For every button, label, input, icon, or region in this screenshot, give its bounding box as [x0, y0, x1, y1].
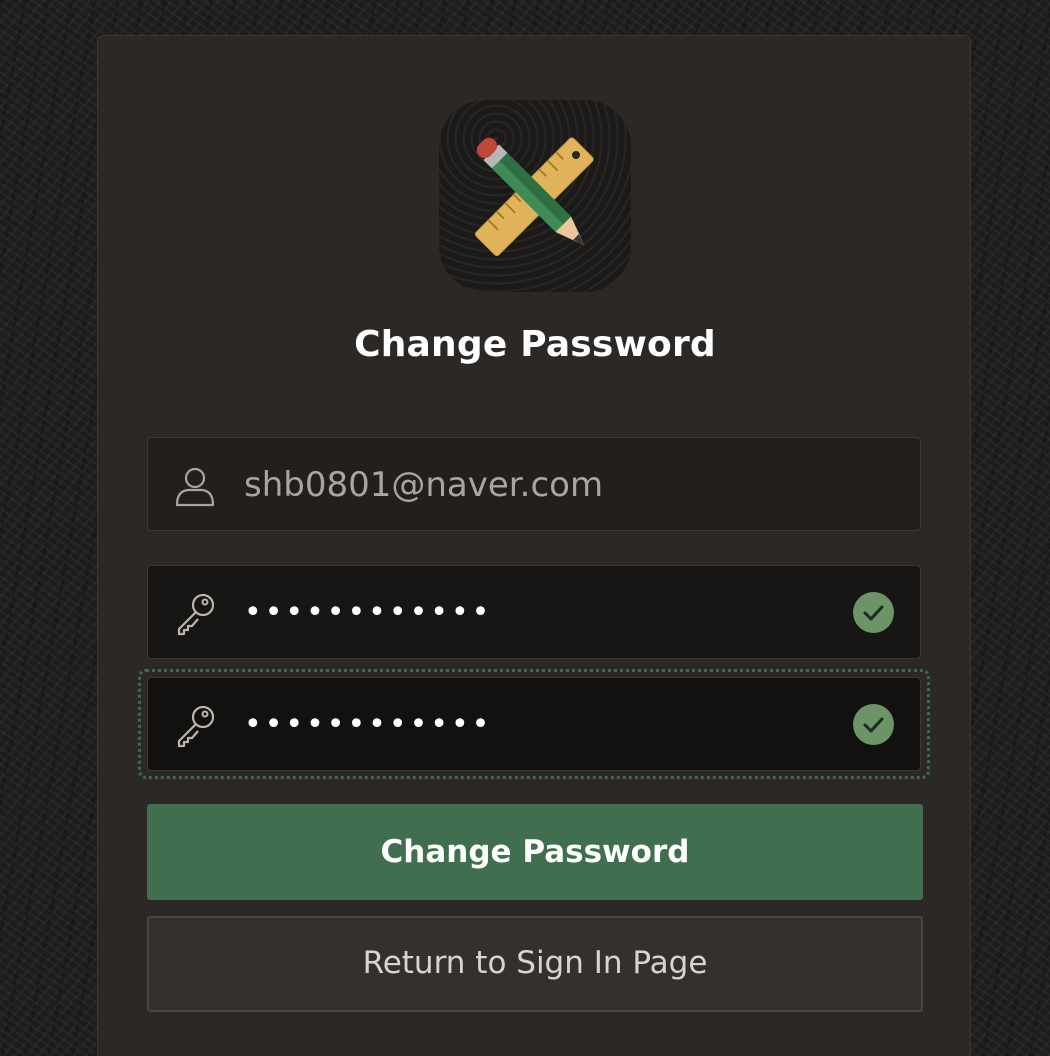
confirm-password-field[interactable] [147, 677, 921, 771]
change-password-button[interactable]: Change Password [147, 804, 923, 900]
pencil-ruler-icon [439, 100, 631, 292]
return-to-sign-in-button[interactable]: Return to Sign In Page [147, 916, 923, 1012]
new-password-field[interactable] [147, 565, 921, 659]
key-icon [172, 591, 218, 637]
key-icon [172, 703, 218, 749]
username-value: shb0801@naver.com [244, 465, 604, 505]
page-title: Change Password [354, 324, 716, 365]
user-icon [172, 463, 218, 509]
change-password-card: Change Password shb0801@naver.com ••••••… [97, 35, 971, 1056]
check-icon [853, 592, 894, 633]
confirm-password-input[interactable] [244, 678, 824, 770]
username-field[interactable]: shb0801@naver.com [147, 437, 921, 531]
new-password-input[interactable] [244, 566, 824, 658]
check-icon [853, 704, 894, 745]
